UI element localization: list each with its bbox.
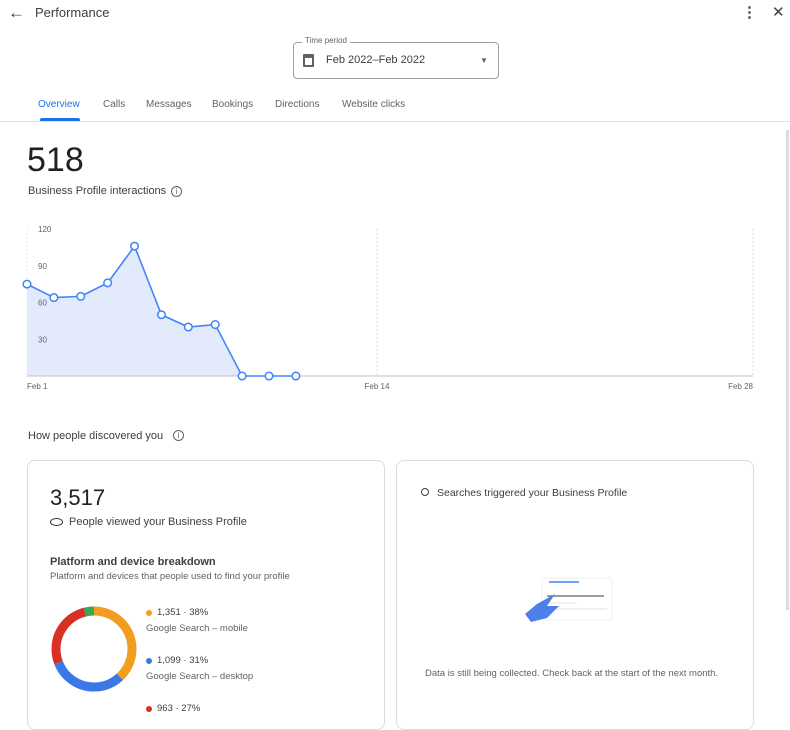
legend-dot: [146, 610, 152, 616]
y-tick-label: 30: [38, 335, 47, 344]
back-icon[interactable]: ←: [8, 3, 25, 23]
x-tick-label: Feb 1: [27, 382, 48, 391]
dropdown-arrow-icon: ▼: [480, 56, 488, 65]
collecting-illustration: [525, 577, 613, 622]
views-card: 3,517 People viewed your Business Profil…: [27, 460, 385, 730]
searches-message: Data is still being collected. Check bac…: [425, 668, 719, 679]
divider: [0, 121, 790, 122]
more-vert-icon[interactable]: ⋮: [742, 3, 757, 21]
tab-messages[interactable]: Messages: [146, 99, 192, 110]
page-title: Performance: [35, 5, 110, 20]
searches-title: Searches triggered your Business Profile: [437, 487, 628, 499]
y-tick-label: 90: [38, 262, 47, 271]
data-point: [183, 322, 193, 332]
data-point: [237, 371, 247, 381]
info-icon[interactable]: i: [171, 186, 182, 197]
data-point: [103, 278, 113, 288]
interactions-label: Business Profile interactions: [28, 185, 167, 197]
eye-icon: [50, 518, 63, 526]
data-point: [76, 291, 86, 301]
data-point: [291, 371, 301, 381]
views-total: 3,517: [50, 485, 106, 510]
time-period-value: Feb 2022–Feb 2022: [326, 54, 426, 66]
breakdown-title: Platform and device breakdown: [50, 556, 216, 568]
search-icon: [421, 488, 429, 496]
time-period-select[interactable]: Time period Feb 2022–Feb 2022 ▼: [293, 36, 499, 79]
breakdown-subtitle: Platform and devices that people used to…: [50, 571, 290, 582]
legend-dot: [146, 658, 152, 664]
time-period-label: Time period: [302, 36, 350, 45]
legend-dot: [146, 706, 152, 712]
close-icon[interactable]: ✕: [772, 3, 785, 21]
discovery-title: How people discovered you: [28, 430, 164, 442]
legend-label: Google Search – mobile: [146, 623, 248, 634]
data-point: [210, 320, 220, 330]
tab-overview[interactable]: Overview: [38, 99, 80, 110]
interactions-total: 518: [27, 141, 84, 179]
data-point: [22, 279, 32, 289]
donut-chart: [51, 606, 137, 692]
info-icon[interactable]: i: [173, 430, 184, 441]
legend-value: 1,099 · 31%: [157, 655, 209, 666]
interactions-chart: 30 60 90 120 Feb 1 Feb 14 Feb 28: [22, 225, 754, 391]
searches-card: Searches triggered your Business Profile…: [396, 460, 754, 730]
tab-bookings[interactable]: Bookings: [212, 99, 253, 110]
tab-website-clicks[interactable]: Website clicks: [342, 99, 405, 110]
views-label: People viewed your Business Profile: [69, 516, 247, 528]
legend-label: Google Search – desktop: [146, 671, 254, 682]
x-tick-label: Feb 28: [728, 382, 753, 391]
y-tick-label: 60: [38, 299, 47, 308]
data-point: [49, 293, 59, 303]
legend-value: 1,351 · 38%: [157, 607, 209, 618]
data-point: [156, 310, 166, 320]
tab-calls[interactable]: Calls: [103, 99, 125, 110]
y-tick-label: 120: [38, 225, 52, 234]
tab-directions[interactable]: Directions: [275, 99, 319, 110]
data-point: [130, 241, 140, 251]
x-tick-label: Feb 14: [365, 382, 390, 391]
data-point: [264, 371, 274, 381]
calendar-icon: [303, 54, 314, 67]
